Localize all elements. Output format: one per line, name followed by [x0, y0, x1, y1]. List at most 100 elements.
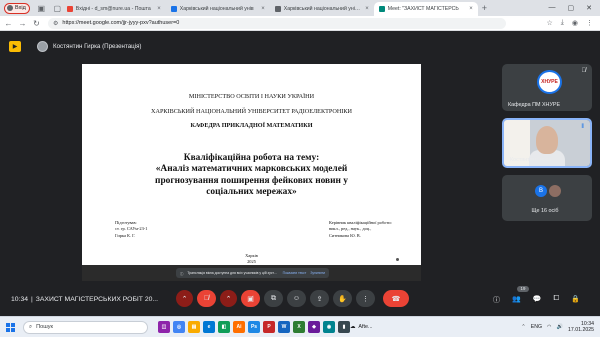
- video-options-button[interactable]: ⌃: [220, 290, 237, 307]
- tab-meet[interactable]: Meet: "ЗАХИСТ МАГІСТЕРСЬ ×: [373, 2, 478, 16]
- slide-title-line: соціальних мережах»: [206, 186, 297, 197]
- weather-widget[interactable]: ☁ Afte...: [350, 324, 372, 330]
- download-icon[interactable]: ⤓: [561, 19, 564, 27]
- meeting-info-icon[interactable]: ⓘ: [493, 295, 500, 305]
- language-indicator[interactable]: ENG: [531, 324, 542, 330]
- slide-department: КАФЕДРА ПРИКЛАДНОЇ МАТЕМАТИКИ: [190, 122, 313, 129]
- close-window-icon[interactable]: ✕: [586, 4, 592, 12]
- participant-name: Кафедра ПМ ХНУРЕ: [508, 102, 561, 108]
- time-title-separator: |: [31, 296, 33, 303]
- participant-name: Костянтин Гирка: [510, 157, 552, 163]
- photoshop-icon[interactable]: Ps: [248, 321, 260, 333]
- show-text-button[interactable]: Показати текст: [283, 271, 307, 275]
- browser-menu-icon[interactable]: ⋮: [586, 19, 593, 27]
- tab-university-2[interactable]: Харківський національний універс ×: [270, 2, 374, 16]
- terminal-icon[interactable]: ▮: [338, 321, 350, 333]
- slide-university: ХАРКІВСЬКИЙ НАЦІОНАЛЬНИЙ УНІВЕРСИТЕТ РАД…: [151, 108, 352, 115]
- participant-tile-presenter[interactable]: ⫴ Костянтин Гирка: [502, 118, 592, 168]
- call-controls: ⌃ 🎙̸ ⌃ ▣̸ ⧉ ☺ ⇪ ✋ ⋮ ☎: [176, 290, 409, 307]
- slide-title-line: прогнозування поширення фейкових новин у: [155, 175, 348, 186]
- profile-button[interactable]: Вхід: [4, 2, 30, 14]
- slide-supervisor-block: Керівник кваліфікаційної роботи: викл., …: [329, 220, 392, 239]
- site-icon: [170, 6, 177, 12]
- site-icon: [274, 6, 281, 12]
- meeting-title: ЗАХИСТ МАГІСТЕРСЬКИХ РОБІТ 20...: [35, 296, 159, 303]
- close-tab-icon[interactable]: ×: [157, 6, 161, 12]
- excel-icon[interactable]: X: [293, 321, 305, 333]
- meet-header: ▶ Костянтин Гирка (Презентація): [0, 32, 600, 60]
- illustrator-icon[interactable]: Ai: [233, 321, 245, 333]
- tray-overflow-icon[interactable]: ⌃: [521, 324, 525, 330]
- edge-icon[interactable]: e: [203, 321, 215, 333]
- forward-icon[interactable]: →: [17, 19, 28, 28]
- browser-tab-strip: Вхід ▣ ▢ Вхідні - d_sm@nure.ua - Пошта ×…: [0, 0, 600, 16]
- tab-university-1[interactable]: Харківський національний унів ×: [166, 2, 270, 16]
- activities-icon[interactable]: ⧠: [553, 295, 559, 305]
- mic-off-icon: 🎙̸: [581, 68, 587, 74]
- file-explorer-icon[interactable]: ▤: [188, 321, 200, 333]
- more-options-icon[interactable]: ⫴: [581, 124, 584, 131]
- participant-tile-more[interactable]: B Ще 16 осіб: [502, 175, 592, 221]
- gmail-icon: [66, 6, 73, 12]
- emoji-reactions-button[interactable]: ☺: [287, 290, 306, 307]
- app-icon[interactable]: ◆: [308, 321, 320, 333]
- reload-icon[interactable]: ↻: [31, 19, 42, 28]
- tab-label: Харківський національний універс: [283, 6, 363, 12]
- participant-avatar: B: [535, 185, 547, 197]
- shared-presentation: МІНІСТЕРСТВО ОСВІТИ І НАУКИ УКРАЇНИ ХАРК…: [82, 64, 421, 281]
- word-icon[interactable]: W: [278, 321, 290, 333]
- presenter-label: Костянтин Гирка (Презентація): [53, 42, 142, 50]
- leave-call-button[interactable]: ☎: [383, 290, 409, 307]
- slide-title: Кваліфікаційна робота на тему: «Аналіз м…: [82, 153, 421, 198]
- weather-text: Afte...: [358, 324, 373, 330]
- close-tab-icon[interactable]: ×: [365, 6, 369, 12]
- back-icon[interactable]: ←: [3, 19, 14, 28]
- participant-tile-department[interactable]: ХНУРЕ 🎙̸ Кафедра ПМ ХНУРЕ: [502, 64, 592, 111]
- host-controls-icon[interactable]: 🔒: [571, 295, 580, 305]
- app-icon[interactable]: ◉: [323, 321, 335, 333]
- department-logo: ХНУРЕ: [537, 70, 562, 94]
- stop-share-button[interactable]: Зупинити: [310, 271, 325, 275]
- search-icon: ⌕: [29, 323, 33, 330]
- tab-search-icon[interactable]: ▢: [53, 4, 62, 13]
- workspaces-icon[interactable]: ▣: [37, 4, 46, 13]
- taskbar-search[interactable]: ⌕ Пошук: [23, 320, 148, 334]
- more-options-button[interactable]: ⋮: [356, 290, 375, 307]
- toolbar-actions: ☆ ⤓ ◉ ⋮: [547, 19, 594, 27]
- presenter-avatar: [37, 40, 48, 52]
- search-placeholder: Пошук: [36, 324, 54, 330]
- store-icon[interactable]: ◧: [218, 321, 230, 333]
- camera-off-button[interactable]: ▣̸: [241, 290, 260, 307]
- chrome-icon[interactable]: ◎: [173, 321, 185, 333]
- info-icon: ⓘ: [180, 271, 184, 276]
- more-participants-label: Ще 16 осіб: [531, 208, 559, 214]
- present-screen-button[interactable]: ⇪: [310, 290, 329, 307]
- tab-mail[interactable]: Вхідні - d_sm@nure.ua - Пошта ×: [62, 2, 166, 16]
- maximize-icon[interactable]: ▢: [568, 4, 575, 12]
- audio-options-button[interactable]: ⌃: [176, 290, 193, 307]
- slide-author-line: ст. гр. САУм-23-1: [115, 226, 148, 232]
- microphone-off-button[interactable]: 🎙̸: [197, 290, 216, 307]
- wifi-icon[interactable]: ◠: [547, 324, 552, 330]
- people-icon[interactable]: 👥: [512, 295, 521, 305]
- presentation-icon: ▶: [9, 40, 21, 52]
- system-tray: ⌃ ENG ◠ 🔊 10:34 17.01.2025: [521, 321, 594, 334]
- bookmark-star-icon[interactable]: ☆: [547, 19, 553, 27]
- close-tab-icon[interactable]: ×: [261, 6, 265, 12]
- raise-hand-button[interactable]: ✋: [333, 290, 352, 307]
- slide-city-year: Харків 2025: [82, 253, 421, 266]
- url-field[interactable]: ⚙ https://meet.google.com/jjr-jyyy-pxv?a…: [48, 17, 506, 29]
- powerpoint-icon[interactable]: P: [263, 321, 275, 333]
- volume-icon[interactable]: 🔊: [557, 324, 563, 330]
- windows-start-icon[interactable]: [6, 322, 15, 332]
- site-info-icon[interactable]: ⚙: [53, 20, 58, 27]
- clock[interactable]: 10:34 17.01.2025: [568, 321, 594, 334]
- window-controls: — ▢ ✕: [549, 4, 593, 12]
- account-icon[interactable]: ◉: [572, 19, 578, 27]
- minimize-icon[interactable]: —: [549, 4, 556, 12]
- chat-icon[interactable]: 💬: [533, 295, 542, 305]
- new-tab-icon[interactable]: +: [482, 3, 487, 13]
- task-view-icon[interactable]: ◫: [158, 321, 170, 333]
- captions-button[interactable]: ⧉: [264, 290, 283, 307]
- close-tab-icon[interactable]: ×: [469, 6, 473, 12]
